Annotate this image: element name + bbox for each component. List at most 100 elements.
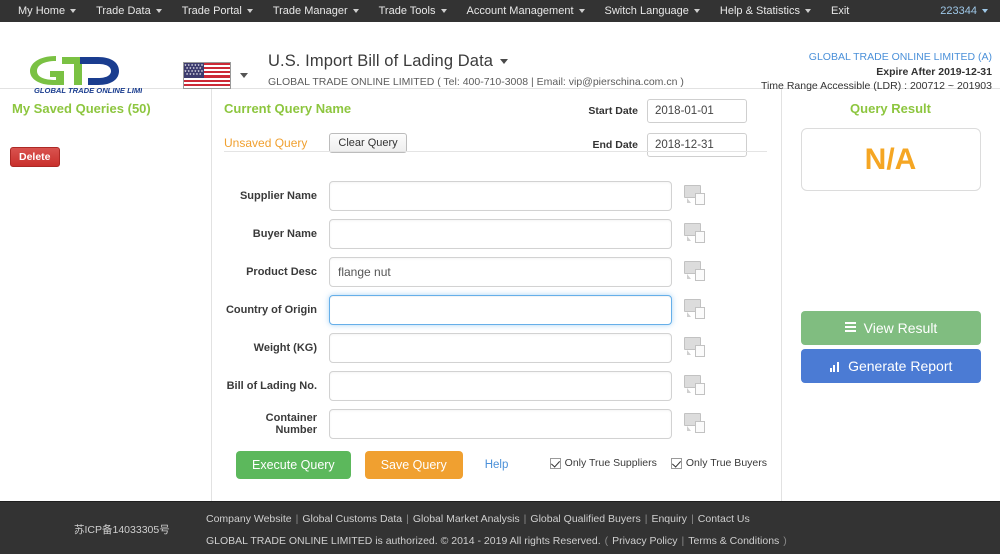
help-link[interactable]: Help [485,459,509,471]
chevron-down-icon [440,9,447,14]
footer-separator: | [681,535,685,547]
comment-icon[interactable] [684,375,706,397]
nav-item-trade-data[interactable]: Trade Data [86,0,172,22]
start-date-input[interactable] [647,99,747,123]
nav-item-label: Exit [831,5,850,17]
footer-link-global-customs-data[interactable]: Global Customs Data [302,513,402,525]
checkbox-box[interactable] [670,457,682,469]
bar-chart-icon [829,361,841,372]
nav-item-my-home[interactable]: My Home [8,0,86,22]
generate-report-label: Generate Report [848,358,953,374]
field-label: Product Desc [246,266,317,278]
checkbox-label: Only True Buyers [685,457,767,469]
footer-separator: | [406,513,409,525]
country-flag-selector[interactable]: ★★★★★★ ★★★★★ ★★★★★★ ★★★★★ [183,62,248,89]
footer-separator: | [644,513,648,525]
checkbox-only-true-buyers[interactable]: Only True Buyers [670,457,767,469]
us-flag-icon: ★★★★★★ ★★★★★ ★★★★★★ ★★★★★ [183,62,231,89]
footer-link-global-market-analysis[interactable]: Global Market Analysis [413,513,520,525]
footer-link-global-qualified-buyers[interactable]: Global Qualified Buyers [530,513,640,525]
copyright-text: GLOBAL TRADE ONLINE LIMITED is authorize… [206,535,601,547]
end-date-label: End Date [592,139,638,151]
comment-icon[interactable] [684,299,706,321]
panel-divider [224,151,767,152]
form-row: Supplier Name [224,181,781,211]
chevron-down-icon [982,9,988,14]
field-label: Container Number [265,412,317,436]
nav-item-help-statistics[interactable]: Help & Statistics [710,0,821,22]
save-query-button[interactable]: Save Query [364,451,463,479]
legal-open-paren: ( [604,535,609,547]
clear-query-button[interactable]: Clear Query [329,133,407,153]
bill-of-lading-no-input[interactable] [329,371,672,401]
account-name[interactable]: GLOBAL TRADE ONLINE LIMITED (A) [761,50,992,65]
checkbox-box[interactable] [549,457,561,469]
nav-item-label: Help & Statistics [719,5,801,17]
delete-button[interactable]: Delete [10,147,60,167]
nav-item-exit[interactable]: Exit [821,0,859,22]
comment-icon[interactable] [684,261,706,283]
page-title[interactable]: U.S. Import Bill of Lading Data [268,52,684,71]
user-account-menu[interactable]: 223344 [940,0,988,22]
field-label: Bill of Lading No. [226,380,317,392]
account-expiry: Expire After 2019-12-31 [876,65,992,78]
start-date-row: Start Date [585,99,765,123]
comment-icon[interactable] [684,185,706,207]
legal-close-paren: ) [783,535,787,547]
query-form-panel: Current Query Name Unsaved Query Clear Q… [212,89,782,501]
nav-item-label: Trade Data [96,5,151,17]
saved-queries-sidebar: My Saved Queries (50) Delete [0,89,212,501]
end-date-input[interactable] [647,133,747,157]
country-of-origin-input[interactable] [329,295,672,325]
nav-item-trade-tools[interactable]: Trade Tools [369,0,457,22]
comment-icon[interactable] [684,223,706,245]
site-header: GLOBAL TRADE ONLINE LIMITED ★★★★★★ ★★★★★… [0,22,1000,94]
chevron-down-icon [500,59,509,65]
footer-link-contact-us[interactable]: Contact Us [698,513,750,525]
form-row: Bill of Lading No. [224,371,781,401]
query-result-box: N/A [800,128,981,191]
query-action-row: Execute Query Save Query Help Only True … [236,451,781,479]
form-row: Weight (KG) [224,333,781,363]
field-label: Weight (KG) [253,342,317,354]
supplier-name-input[interactable] [329,181,672,211]
nav-item-label: Account Management [466,5,574,17]
page-title-text: U.S. Import Bill of Lading Data [268,52,494,70]
form-row: Product Desc [224,257,781,287]
end-date-row: End Date [585,133,765,157]
comment-icon[interactable] [684,413,706,435]
nav-item-trade-manager[interactable]: Trade Manager [263,0,369,22]
weight-kg-input[interactable] [329,333,672,363]
chevron-down-icon [155,9,162,14]
unsaved-query-status: Unsaved Query [224,136,308,150]
legal-link-terms-conditions[interactable]: Terms & Conditions [688,535,779,547]
footer-separator: | [523,513,527,525]
generate-report-button[interactable]: Generate Report [801,349,981,383]
chevron-down-icon [240,73,248,78]
comment-icon[interactable] [684,337,706,359]
nav-item-account-management[interactable]: Account Management [457,0,595,22]
checkbox-only-true-suppliers[interactable]: Only True Suppliers [549,457,657,469]
form-row: Container Number [224,409,781,439]
page-title-block: U.S. Import Bill of Lading Data GLOBAL T… [268,52,684,88]
account-info-block: GLOBAL TRADE ONLINE LIMITED (A) Expire A… [761,50,992,94]
nav-item-label: Switch Language [604,5,689,17]
nav-item-switch-language[interactable]: Switch Language [595,0,710,22]
execute-query-button[interactable]: Execute Query [236,451,351,479]
chevron-down-icon [578,9,585,14]
legal-link-privacy-policy[interactable]: Privacy Policy [612,535,677,547]
view-result-button[interactable]: View Result [801,311,981,345]
footer-link-enquiry[interactable]: Enquiry [651,513,687,525]
container-number-input[interactable] [329,409,672,439]
user-id-label: 223344 [940,5,977,17]
footer-separator: | [295,513,299,525]
footer-link-company-website[interactable]: Company Website [206,513,292,525]
chevron-down-icon [693,9,700,14]
nav-item-label: Trade Tools [378,5,436,17]
product-desc-input[interactable] [329,257,672,287]
buyer-name-input[interactable] [329,219,672,249]
main-content: My Saved Queries (50) Delete Current Que… [0,89,1000,501]
nav-item-trade-portal[interactable]: Trade Portal [172,0,263,22]
field-label: Buyer Name [252,228,317,240]
gto-logo[interactable]: GLOBAL TRADE ONLINE LIMITED [22,52,142,94]
